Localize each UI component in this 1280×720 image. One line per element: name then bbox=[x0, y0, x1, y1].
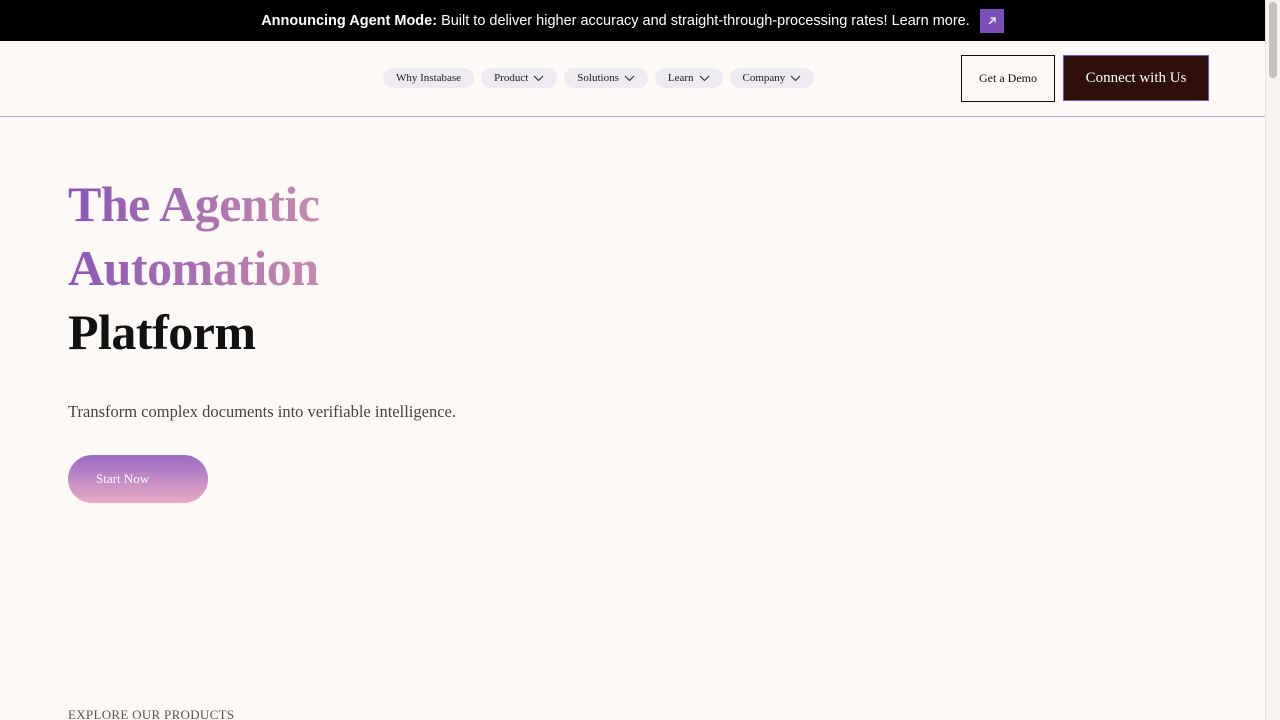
nav-item-product[interactable]: Product bbox=[481, 68, 558, 88]
chevron-down-icon bbox=[624, 75, 635, 81]
connect-button[interactable]: Connect with Us bbox=[1063, 55, 1209, 101]
get-demo-button[interactable]: Get a Demo bbox=[961, 55, 1055, 102]
nav-item-label: Company bbox=[742, 72, 786, 84]
scrollbar-thumb[interactable] bbox=[1269, 2, 1277, 78]
announcement-bar[interactable]: Announcing Agent Mode: Built to deliver … bbox=[0, 0, 1265, 41]
announcement-bold: Announcing Agent Mode: bbox=[261, 12, 438, 29]
hero-title-line-2: Automation bbox=[68, 236, 319, 300]
chevron-down-icon bbox=[699, 75, 709, 81]
hero-title-line-3: Platform bbox=[68, 304, 256, 360]
start-now-button[interactable]: Start Now bbox=[68, 455, 208, 503]
arrow-up-right-icon[interactable] bbox=[979, 8, 1004, 33]
products-heading: EXPLORE OUR PRODUCTS bbox=[68, 707, 235, 720]
main-nav: Why Instabase Product Solutions Learn Co… bbox=[383, 68, 815, 88]
chevron-down-icon bbox=[790, 75, 801, 81]
chevron-down-icon bbox=[533, 75, 544, 81]
nav-item-solutions[interactable]: Solutions bbox=[564, 68, 648, 88]
hero-title-line-1: The Agentic bbox=[68, 172, 320, 236]
hero-title: The Agentic Automation Platform bbox=[68, 172, 320, 364]
site-header: Why Instabase Product Solutions Learn Co… bbox=[0, 41, 1265, 117]
nav-item-label: Why Instabase bbox=[396, 72, 462, 84]
nav-item-label: Product bbox=[494, 72, 529, 84]
nav-item-why-instabase[interactable]: Why Instabase bbox=[383, 68, 475, 88]
scrollbar[interactable] bbox=[1265, 0, 1280, 720]
nav-item-label: Solutions bbox=[577, 72, 619, 84]
nav-item-learn[interactable]: Learn bbox=[654, 68, 723, 88]
nav-item-company[interactable]: Company bbox=[729, 68, 815, 88]
page: Announcing Agent Mode: Built to deliver … bbox=[0, 0, 1280, 720]
nav-item-label: Learn bbox=[667, 72, 694, 84]
hero-subtitle: Transform complex documents into verifia… bbox=[68, 402, 456, 421]
announcement-text[interactable]: Built to deliver higher accuracy and str… bbox=[441, 13, 970, 29]
